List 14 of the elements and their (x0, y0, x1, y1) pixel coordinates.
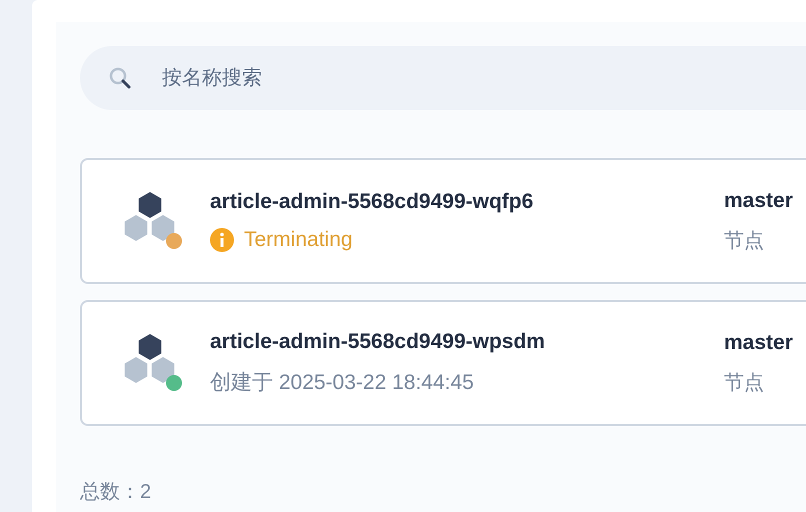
node-name: master (724, 188, 794, 212)
node-label: 节点 (724, 370, 765, 396)
node-name: master (724, 330, 794, 354)
search-field[interactable]: 按名称搜索 (80, 46, 806, 110)
pod-status: 创建于 2025-03-22 18:44:45 (210, 370, 474, 396)
info-icon (210, 228, 234, 252)
search-icon (108, 66, 132, 90)
pod-status: Terminating (244, 228, 353, 252)
pod-card[interactable]: article-admin-5568cd9499-wpsdm 创建于 2025-03-22 18:44:45 master 节点 (80, 300, 806, 426)
node-label: 节点 (724, 228, 765, 254)
total-count: 总数：2 (80, 480, 152, 505)
pod-name: article-admin-5568cd9499-wqfp6 (210, 190, 534, 214)
pod-card[interactable]: article-admin-5568cd9499-wqfp6 Terminating master 节点 (80, 158, 806, 284)
pod-name: article-admin-5568cd9499-wpsdm (210, 330, 546, 354)
